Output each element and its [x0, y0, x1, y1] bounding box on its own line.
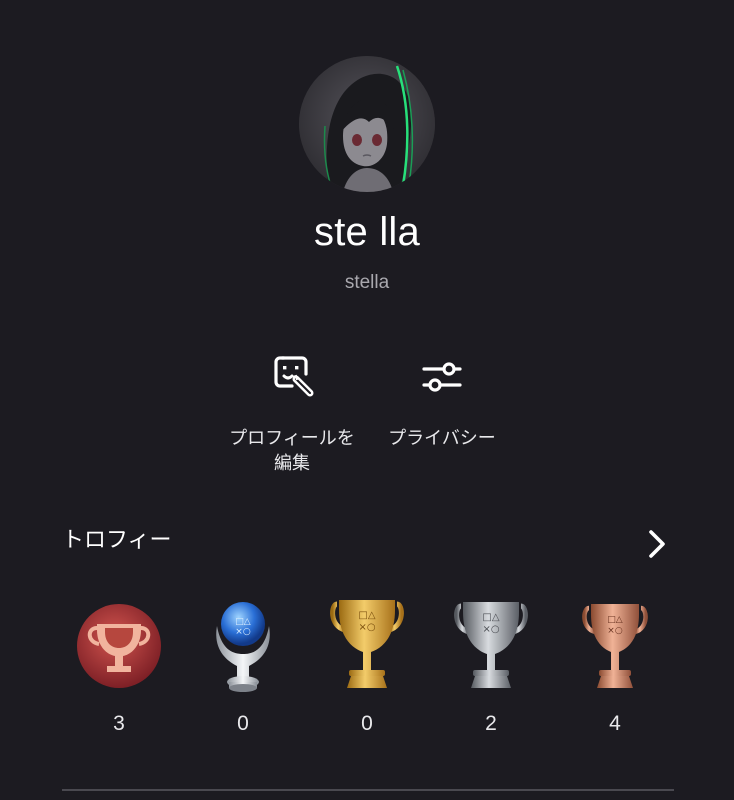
silver-trophy-icon: □△ ×○	[454, 602, 528, 688]
svg-text:□△: □△	[607, 615, 623, 625]
svg-text:×○: ×○	[235, 627, 251, 637]
svg-text:×○: ×○	[358, 622, 375, 633]
edit-profile-button[interactable]: プロフィールを 編集	[222, 352, 362, 476]
chevron-right-icon[interactable]	[640, 526, 674, 562]
svg-text:□△: □△	[358, 610, 375, 621]
trophy-level-count: 3	[113, 712, 125, 735]
svg-text:□△: □△	[482, 612, 499, 623]
trophy-bronze[interactable]: □△ ×○ 4	[565, 596, 665, 736]
privacy-button[interactable]: プライバシー	[380, 352, 504, 451]
trophy-platinum[interactable]: □△ ×○ 0	[193, 596, 293, 736]
trophy-level-icon	[77, 604, 161, 688]
avatar-image	[299, 56, 435, 192]
display-name: ste lla	[314, 210, 420, 254]
svg-text:×○: ×○	[482, 624, 499, 635]
svg-text:□△: □△	[235, 617, 251, 627]
bronze-trophy-icon: □△ ×○	[582, 604, 648, 688]
divider	[62, 789, 674, 791]
edit-profile-icon	[274, 356, 314, 397]
trophy-silver[interactable]: □△ ×○ 2	[441, 596, 541, 736]
edit-profile-label: プロフィールを 編集	[229, 428, 355, 474]
privacy-label: プライバシー	[388, 428, 496, 449]
trophy-gold[interactable]: □△ ×○ 0	[317, 596, 417, 736]
trophies-header[interactable]: トロフィー	[62, 522, 172, 554]
svg-text:×○: ×○	[607, 626, 623, 636]
gold-trophy-icon: □△ ×○	[330, 600, 404, 688]
profile-page: ste lla stella プロフィールを 編集 プライバシー トロフィー 3…	[0, 0, 734, 800]
trophy-silver-count: 2	[485, 712, 497, 735]
trophy-gold-count: 0	[361, 712, 373, 735]
sliders-icon	[422, 362, 462, 392]
trophy-level[interactable]: 3	[69, 596, 169, 736]
online-id: stella	[344, 272, 390, 293]
avatar[interactable]	[299, 56, 435, 192]
trophy-bronze-count: 4	[609, 712, 621, 735]
platinum-trophy-icon: □△ ×○	[216, 602, 270, 692]
trophy-platinum-count: 0	[237, 712, 249, 735]
